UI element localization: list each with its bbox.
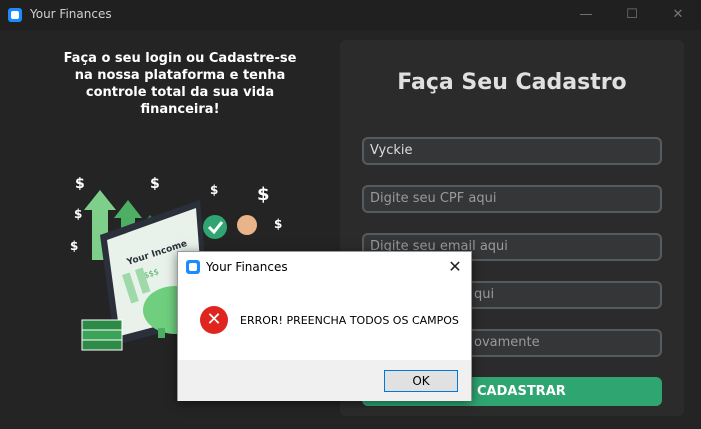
dollar-symbol-6: $ [70,239,78,253]
dollar-symbol-7: $ [274,217,282,231]
name-input[interactable]: Vyckie [362,137,662,165]
confirm-password-placeholder: ovamente [474,335,540,350]
window-title: Your Finances [30,7,112,21]
dialog-title: Your Finances [206,260,288,274]
form-title: Faça Seu Cadastro [397,70,627,95]
error-icon: ✕ [200,306,228,334]
promo-line-1: Faça o seu login ou Cadastre-se [63,51,297,66]
promo-line-3: controle total da sua vida financeira! [85,85,275,117]
dollar-symbol-1: $ [75,176,85,192]
maximize-button[interactable]: ☐ [609,0,655,30]
error-message: ERROR! PREENCHA TODOS OS CAMPOS [240,314,459,327]
title-bar: Your Finances — ☐ ✕ [0,0,701,30]
dollar-symbol-3: $ [210,183,218,197]
promo-line-2: na nossa plataforma e tenha [74,68,286,83]
cpf-input[interactable]: Digite seu CPF aqui [362,185,662,213]
checkmark-icon [203,215,227,239]
dialog-app-icon [186,260,200,274]
app-icon [8,8,22,22]
dialog-footer: OK [178,360,471,401]
dialog-close-button[interactable]: ✕ [440,254,470,280]
error-dialog: Your Finances ✕ ✕ ERROR! PREENCHA TODOS … [177,251,472,401]
cash-stack-icon [81,319,123,351]
close-button[interactable]: ✕ [655,0,701,30]
register-button-label: CADASTRAR [477,384,566,399]
password-placeholder: qui [474,287,495,302]
promo-text: Faça o seu login ou Cadastre-se na nossa… [50,50,310,118]
dollar-symbol-4: $ [257,184,270,205]
minimize-button[interactable]: — [563,0,609,30]
dollar-symbol-2: $ [150,176,160,192]
ok-button[interactable]: OK [384,370,458,392]
dollar-symbol-5: $ [74,207,82,221]
